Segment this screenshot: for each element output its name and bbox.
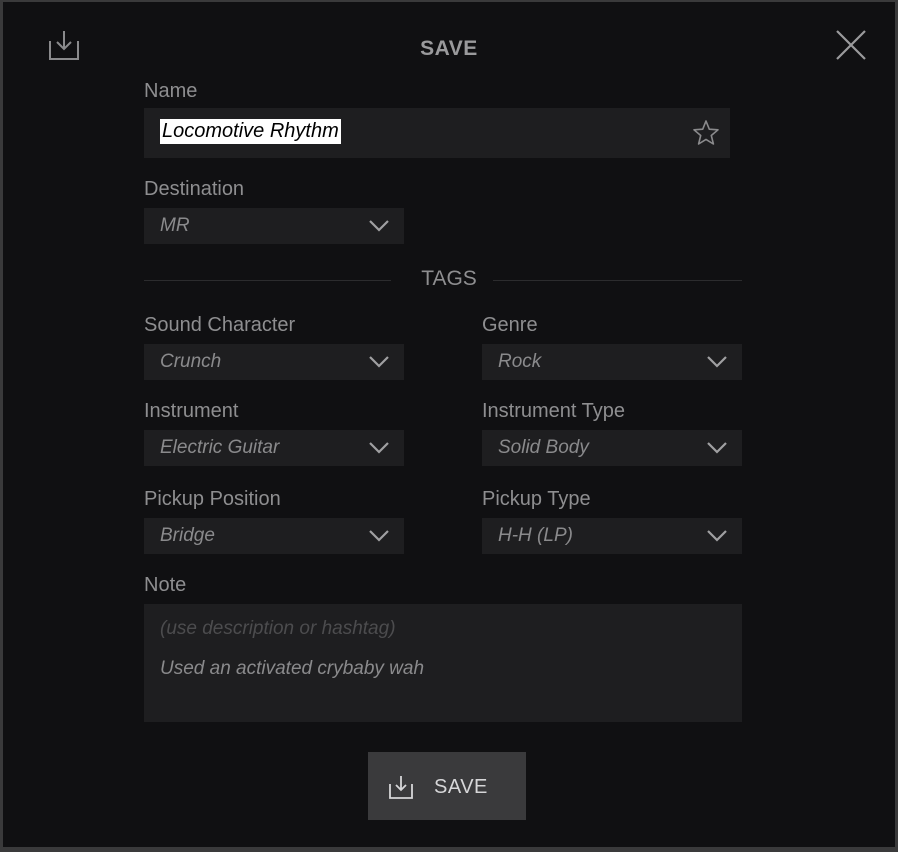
chevron-down-icon [707, 530, 727, 542]
note-label: Note [144, 574, 187, 596]
name-value[interactable]: Locomotive Rhythm [160, 119, 341, 144]
instrument-type-select[interactable]: Solid Body [482, 430, 742, 466]
chevron-down-icon [369, 220, 389, 232]
save-button-label: SAVE [434, 776, 488, 798]
pickup-type-value: H-H (LP) [498, 525, 573, 546]
chevron-down-icon [707, 442, 727, 454]
tags-divider-right [493, 280, 742, 281]
name-input[interactable]: Locomotive Rhythm [144, 108, 730, 158]
chevron-down-icon [369, 530, 389, 542]
note-textarea[interactable]: (use description or hashtag) Used an act… [144, 604, 742, 722]
tags-heading: TAGS [421, 267, 477, 290]
instrument-value: Electric Guitar [160, 437, 280, 458]
close-icon[interactable] [833, 27, 869, 63]
note-value[interactable]: Used an activated crybaby wah [160, 658, 424, 680]
sound-character-select[interactable]: Crunch [144, 344, 404, 380]
star-outline-icon[interactable] [692, 119, 720, 147]
save-button[interactable]: SAVE [368, 752, 526, 820]
genre-label: Genre [482, 314, 538, 336]
destination-label: Destination [144, 178, 245, 200]
destination-value: MR [160, 215, 190, 236]
instrument-select[interactable]: Electric Guitar [144, 430, 404, 466]
instrument-label: Instrument [144, 400, 239, 422]
pickup-position-select[interactable]: Bridge [144, 518, 404, 554]
chevron-down-icon [369, 442, 389, 454]
name-label: Name [144, 80, 198, 102]
chevron-down-icon [369, 356, 389, 368]
pickup-type-label: Pickup Type [482, 488, 591, 510]
instrument-type-label: Instrument Type [482, 400, 626, 422]
destination-select[interactable]: MR [144, 208, 404, 244]
dialog-title: SAVE [420, 37, 478, 60]
pickup-position-value: Bridge [160, 525, 215, 546]
chevron-down-icon [707, 356, 727, 368]
pickup-type-select[interactable]: H-H (LP) [482, 518, 742, 554]
sound-character-value: Crunch [160, 351, 222, 372]
genre-value: Rock [498, 351, 542, 372]
instrument-type-value: Solid Body [498, 437, 589, 458]
note-placeholder: (use description or hashtag) [160, 618, 396, 639]
genre-select[interactable]: Rock [482, 344, 742, 380]
save-icon [389, 776, 413, 799]
save-dialog: SAVE Name Locomotive Rhythm Destination … [3, 2, 895, 847]
pickup-position-label: Pickup Position [144, 488, 281, 510]
sound-character-label: Sound Character [144, 314, 296, 336]
